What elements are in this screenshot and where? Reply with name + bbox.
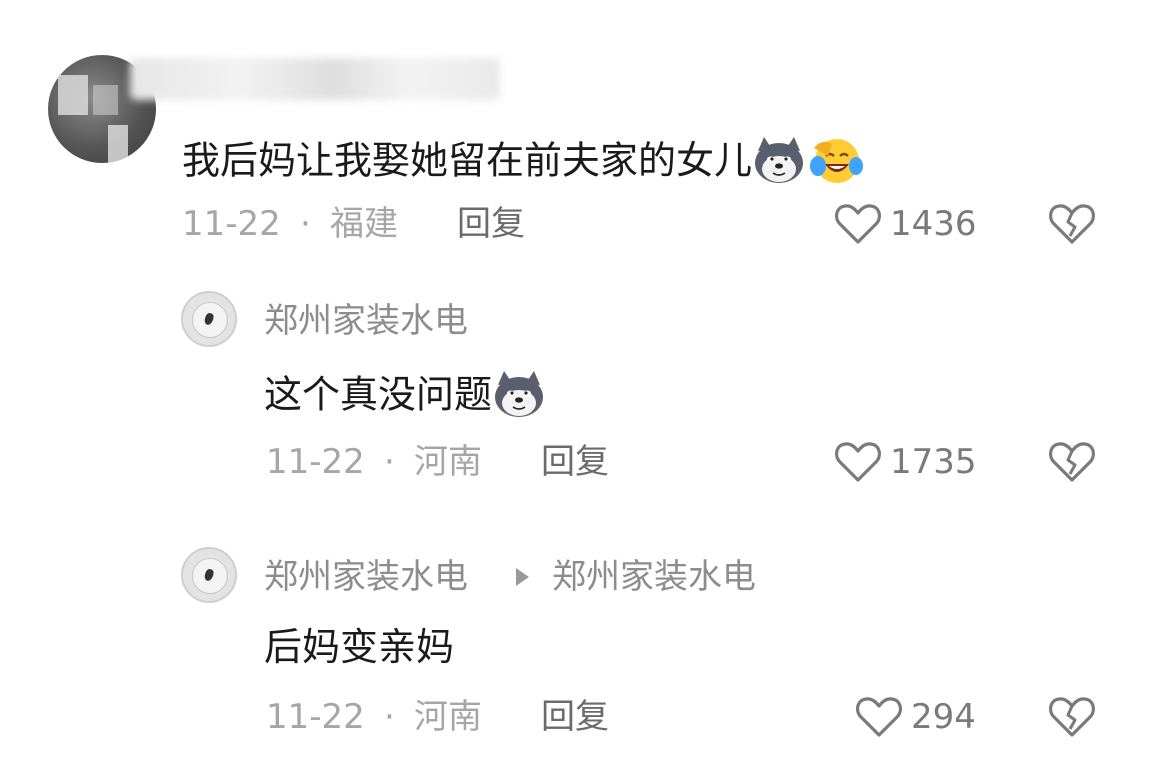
heart-icon [834,204,882,244]
dog-emoji [492,369,546,425]
comment-location: 河南 [414,442,482,482]
broken-heart-icon [1048,697,1096,737]
heart-icon [834,442,882,482]
comment-location: 河南 [414,697,482,737]
meta-separator: · [300,204,311,244]
like-button[interactable]: 294 [855,695,976,739]
dislike-button[interactable] [1048,440,1096,484]
username[interactable]: 郑州家装水电 [264,304,468,338]
reply-button[interactable]: 回复 [541,700,609,734]
comment-date: 11-22 [266,442,365,482]
comment-text-content: 我后妈让我娶她留在前夫家的女儿 [182,138,753,183]
username-blurred[interactable] [130,58,500,100]
comment-location: 福建 [330,204,398,244]
dislike-button[interactable] [1048,202,1096,246]
comment-date: 11-22 [182,204,281,244]
dog-emoji [752,135,806,191]
comment-text: 这个真没问题 [264,369,546,425]
reply-button[interactable]: 回复 [541,445,609,479]
comment-text-content: 这个真没问题 [264,372,493,417]
laugh-cry-emoji [806,134,864,192]
comment-text: 我后妈让我娶她留在前夫家的女儿 [182,134,864,192]
comment-text: 后妈变亲妈 [264,628,454,666]
username[interactable]: 郑州家装水电 [264,560,468,594]
comment-text-content: 后妈变亲妈 [264,625,455,669]
like-count: 294 [911,697,976,737]
reply-arrow-icon [516,568,529,586]
heart-icon [855,697,903,737]
broken-heart-icon [1048,442,1096,482]
meta-separator: · [384,442,395,482]
like-button[interactable]: 1436 [834,202,977,246]
comment-date: 11-22 [266,697,365,737]
meta-separator: · [384,697,395,737]
avatar[interactable] [181,547,237,603]
reply-to-username[interactable]: 郑州家装水电 [552,560,756,594]
reply-button[interactable]: 回复 [457,207,525,241]
like-count: 1735 [890,442,977,482]
like-count: 1436 [890,204,977,244]
dislike-button[interactable] [1048,695,1096,739]
avatar[interactable] [181,291,237,347]
broken-heart-icon [1048,204,1096,244]
like-button[interactable]: 1735 [834,440,977,484]
